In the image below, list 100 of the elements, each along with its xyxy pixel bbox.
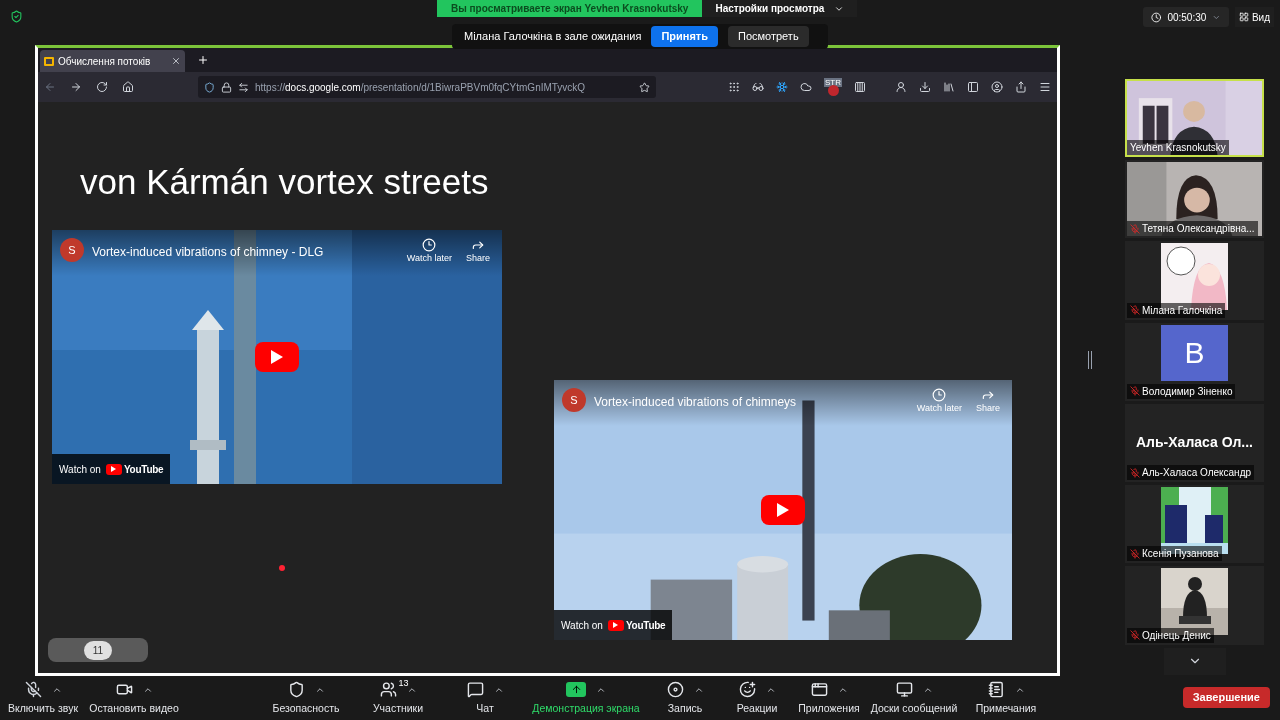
- display-name: Аль-Халаса Ол...: [1136, 432, 1253, 452]
- download-icon[interactable]: [919, 81, 931, 93]
- video-embed[interactable]: S Vortex-induced vibrations of chimneys Watch later Share Watch on YouTube: [554, 380, 1012, 640]
- toolbar-button[interactable]: Чат: [444, 678, 526, 717]
- participant-tile[interactable]: Тетяна Олександрівна...: [1125, 160, 1264, 239]
- toolbar-button[interactable]: 13 Участники: [352, 678, 444, 717]
- toolbar-label: Доски сообщений: [870, 700, 958, 716]
- timer-text: 00:50:30: [1167, 10, 1207, 25]
- view-button[interactable]: Посмотреть: [728, 26, 809, 47]
- toolbar-label: Демонстрация экрана: [532, 700, 640, 716]
- glasses-icon[interactable]: [752, 81, 764, 93]
- screen-share-banner: Вы просматриваете экран Yevhen Krasnokutsky: [437, 0, 703, 17]
- participant-name: Тетяна Олександрівна...: [1142, 222, 1255, 237]
- play-button[interactable]: [761, 495, 805, 525]
- participant-tile[interactable]: Аль-Халаса Ол... Аль-Халаса Олександр: [1125, 403, 1264, 483]
- toolbar-button[interactable]: Включить звук: [0, 678, 86, 717]
- share-icon: [981, 388, 995, 402]
- clock-icon: [422, 238, 437, 252]
- monitor-icon: [895, 681, 913, 699]
- toolbar-button[interactable]: Запись: [646, 678, 724, 717]
- smiley-plus-icon: [738, 681, 756, 699]
- participant-tile[interactable]: Мілана Галочкіна: [1125, 241, 1264, 320]
- toolbar-button[interactable]: Реакции: [724, 678, 790, 717]
- extension-icon[interactable]: [827, 85, 839, 96]
- reload-icon[interactable]: [96, 81, 108, 93]
- microphone-muted-icon: [24, 681, 42, 699]
- watch-later-button[interactable]: Watch later: [406, 238, 452, 266]
- shield-icon: [204, 81, 215, 93]
- toolbar-label: Реакции: [736, 700, 778, 716]
- extension-badge: STR: [824, 78, 842, 87]
- watch-on-youtube-button[interactable]: Watch on YouTube: [52, 454, 171, 484]
- admit-button[interactable]: Принять: [651, 26, 718, 47]
- library-icon[interactable]: [943, 81, 955, 93]
- toolbar-label: Приложения: [798, 700, 860, 716]
- home-icon[interactable]: [122, 81, 134, 93]
- share-button[interactable]: Share: [465, 238, 490, 266]
- video-embed[interactable]: S Vortex-induced vibrations of chimney - DLG Watch later Share Watch on YouTube: [52, 230, 502, 484]
- view-layout-button[interactable]: Вид: [1234, 7, 1274, 27]
- bookmark-star-icon: [639, 81, 650, 93]
- toolbar-button[interactable]: Приложения: [790, 678, 868, 717]
- grid-icon: [1238, 12, 1249, 22]
- toolbar-button[interactable]: Остановить видео: [86, 678, 182, 717]
- slide-title: von Kármán vortex streets: [80, 162, 490, 202]
- url-text: https://docs.google.com/presentation/d/1BiwraPBVm0fqCYtmGnIMTyvckQ: [255, 80, 587, 95]
- share-icon[interactable]: [1015, 81, 1027, 93]
- participant-tile[interactable]: Ксенія Пузанова: [1125, 485, 1264, 564]
- cloud-icon[interactable]: [800, 81, 812, 93]
- tab-title: Обчислення потоків: [58, 54, 151, 69]
- page-number: 11: [83, 640, 113, 660]
- menu-icon[interactable]: [1039, 81, 1051, 93]
- clock-icon: [932, 388, 947, 402]
- chat-bubble-icon: [466, 681, 484, 699]
- profile-icon[interactable]: [991, 81, 1003, 93]
- new-tab-icon[interactable]: [197, 54, 209, 66]
- watch-on-label: Watch on: [59, 462, 101, 477]
- participant-tile[interactable]: В Володимир Зіненко: [1125, 322, 1264, 401]
- close-icon[interactable]: [171, 56, 181, 66]
- toolbar-button[interactable]: Примечания: [960, 678, 1052, 717]
- youtube-logo: YouTube: [105, 461, 164, 477]
- account-icon[interactable]: [895, 81, 907, 93]
- bars-icon[interactable]: [854, 81, 866, 93]
- avatar-letter: В: [1161, 324, 1228, 381]
- video-title[interactable]: Vortex-induced vibrations of chimney - DLG: [92, 243, 399, 261]
- view-options-button[interactable]: Настройки просмотра: [702, 0, 858, 17]
- toolbar-label: Безопасность: [272, 700, 340, 716]
- toolbar-button[interactable]: Демонстрация экрана: [526, 678, 646, 717]
- participant-name: Yevhen Krasnokutsky: [1130, 141, 1226, 156]
- sidebar-icon[interactable]: [967, 81, 979, 93]
- forward-icon[interactable]: [70, 81, 82, 93]
- toolbar-label: Чат: [476, 700, 494, 716]
- slide-navigation[interactable]: 11: [48, 638, 148, 662]
- play-button[interactable]: [255, 342, 299, 372]
- waiting-room-text: Мілана Галочкіна в зале ожидания: [464, 29, 642, 45]
- participant-tile[interactable]: Одінець Денис: [1125, 566, 1264, 645]
- record-icon: [666, 681, 684, 699]
- share-icon: [471, 238, 485, 252]
- browser-tab[interactable]: Обчислення потоків: [40, 50, 185, 72]
- toolbar-label: Включить звук: [8, 700, 78, 716]
- resize-handle[interactable]: [1088, 351, 1092, 369]
- toolbar-label: Остановить видео: [89, 700, 179, 716]
- end-meeting-button[interactable]: Завершение: [1182, 687, 1270, 708]
- participant-name: Ксенія Пузанова: [1142, 547, 1219, 562]
- shield-icon: [287, 681, 305, 699]
- watch-on-youtube-button[interactable]: Watch on YouTube: [554, 610, 673, 640]
- people-icon: [379, 681, 397, 699]
- participant-tile[interactable]: Yevhen Krasnokutsky: [1125, 79, 1264, 158]
- meeting-timer[interactable]: 00:50:30: [1142, 7, 1229, 27]
- address-bar[interactable]: https://docs.google.com/presentation/d/1BiwraPBVm0fqCYtmGnIMTyvckQ: [198, 76, 656, 98]
- notes-icon: [987, 681, 1005, 699]
- security-shield-icon[interactable]: [10, 10, 23, 23]
- toolbar-label: Примечания: [975, 700, 1037, 716]
- apps-grid-icon[interactable]: [728, 81, 740, 93]
- toolbar-button[interactable]: Безопасность: [260, 678, 352, 717]
- lock-icon: [221, 81, 232, 93]
- toolbar-label: Запись: [667, 700, 703, 716]
- toolbar-label: Участники: [372, 700, 424, 716]
- snowflake-icon[interactable]: [776, 81, 788, 93]
- toolbar-button[interactable]: Доски сообщений: [868, 678, 960, 717]
- watch-on-label: Watch on: [561, 618, 603, 633]
- participant-name: Аль-Халаса Олександр: [1142, 466, 1252, 481]
